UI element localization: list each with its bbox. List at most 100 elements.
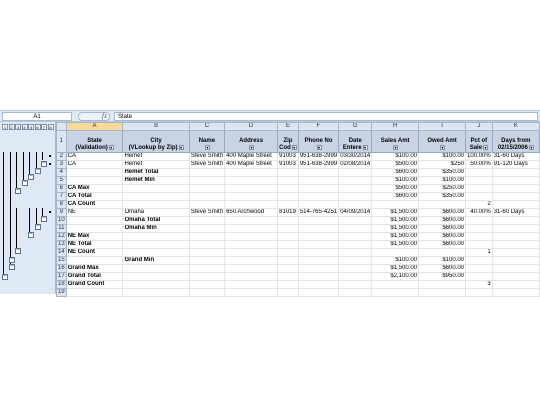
cell-c[interactable] bbox=[188, 232, 226, 241]
cell-h[interactable]: $1,500.00 bbox=[371, 224, 420, 233]
collapse-group-icon[interactable]: – bbox=[22, 180, 28, 186]
cell-a[interactable]: CA bbox=[65, 160, 124, 169]
cell-e[interactable] bbox=[277, 184, 299, 193]
outline-level-button[interactable]: 8 bbox=[47, 124, 54, 130]
cell-a[interactable] bbox=[65, 288, 124, 297]
name-box[interactable]: A1 bbox=[2, 112, 72, 121]
cell-b[interactable]: Omaha Total bbox=[122, 216, 190, 225]
outline-level-button[interactable]: 2 bbox=[8, 124, 15, 130]
cell-e[interactable] bbox=[277, 248, 299, 257]
filter-dropdown-icon[interactable]: ▾ bbox=[393, 144, 399, 150]
cell-a[interactable]: NE Count bbox=[65, 248, 124, 257]
cell-g[interactable] bbox=[338, 200, 373, 209]
filter-dropdown-icon[interactable]: ▾ bbox=[440, 144, 446, 150]
row-number[interactable]: 4 bbox=[56, 168, 67, 177]
cell-c[interactable]: Steve Smith bbox=[188, 152, 226, 161]
cell-f[interactable] bbox=[297, 192, 340, 201]
column-header-c[interactable]: C bbox=[188, 122, 226, 131]
cell-a[interactable] bbox=[65, 168, 124, 177]
cell-c[interactable] bbox=[188, 224, 226, 233]
row-number[interactable]: 17 bbox=[56, 272, 67, 281]
cell-f[interactable] bbox=[297, 272, 340, 281]
cell-i[interactable]: $600.00 bbox=[418, 216, 467, 225]
cell-g[interactable] bbox=[338, 256, 373, 265]
cell-c[interactable] bbox=[188, 288, 226, 297]
cell-j[interactable] bbox=[465, 192, 493, 201]
cell-i[interactable]: $100.00 bbox=[418, 152, 467, 161]
cell-g[interactable] bbox=[338, 280, 373, 289]
cell-k[interactable] bbox=[491, 168, 540, 177]
filter-dropdown-icon[interactable]: ▾ bbox=[178, 144, 184, 150]
column-header-i[interactable]: I bbox=[418, 122, 467, 131]
cell-h[interactable]: $500.00 bbox=[371, 160, 420, 169]
cell-k[interactable] bbox=[491, 224, 540, 233]
column-header-e[interactable]: E bbox=[277, 122, 299, 131]
row-number[interactable]: 11 bbox=[56, 224, 67, 233]
cell-e[interactable] bbox=[277, 272, 299, 281]
row-number[interactable]: 9 bbox=[56, 208, 67, 217]
cell-f[interactable] bbox=[297, 256, 340, 265]
filter-dropdown-icon[interactable]: ▾ bbox=[316, 144, 322, 150]
row-number[interactable]: 7 bbox=[56, 192, 67, 201]
cell-e[interactable] bbox=[277, 280, 299, 289]
cell-h[interactable] bbox=[371, 288, 420, 297]
field-header[interactable]: Zip Cod ▾ bbox=[277, 130, 299, 153]
cell-j[interactable]: 40.00% bbox=[465, 208, 493, 217]
cell-j[interactable] bbox=[465, 168, 493, 177]
cell-g[interactable] bbox=[338, 216, 373, 225]
cell-b[interactable] bbox=[122, 288, 190, 297]
row-number[interactable]: 10 bbox=[56, 216, 67, 225]
cell-h[interactable]: $600.00 bbox=[371, 192, 420, 201]
cell-j[interactable] bbox=[465, 216, 493, 225]
filter-dropdown-icon[interactable]: ▾ bbox=[108, 144, 114, 150]
field-header[interactable]: Days from 02/15/2006 ▾ bbox=[491, 130, 540, 153]
cell-c[interactable] bbox=[188, 264, 226, 273]
cell-d[interactable] bbox=[224, 176, 279, 185]
cell-a[interactable]: CA Max bbox=[65, 184, 124, 193]
outline-level-button[interactable]: 3 bbox=[15, 124, 21, 130]
cell-j[interactable]: 2 bbox=[465, 200, 493, 209]
collapse-group-icon[interactable]: – bbox=[9, 264, 15, 270]
cell-d[interactable] bbox=[224, 216, 279, 225]
cell-d[interactable] bbox=[224, 248, 279, 257]
cell-k[interactable] bbox=[491, 248, 540, 257]
cell-h[interactable]: $1,500.00 bbox=[371, 232, 420, 241]
cell-b[interactable]: Grand Min bbox=[122, 256, 190, 265]
cell-h[interactable]: $1,500.00 bbox=[371, 264, 420, 273]
cell-f[interactable] bbox=[297, 248, 340, 257]
cell-b[interactable] bbox=[122, 200, 190, 209]
cell-c[interactable]: Steve Smith bbox=[188, 208, 226, 217]
cell-f[interactable] bbox=[297, 240, 340, 249]
collapse-group-icon[interactable]: – bbox=[15, 248, 21, 254]
cell-h[interactable]: $600.00 bbox=[371, 168, 420, 177]
cell-d[interactable]: 400 Maple Street bbox=[224, 160, 279, 169]
cell-b[interactable] bbox=[122, 264, 190, 273]
cell-f[interactable] bbox=[297, 224, 340, 233]
cell-a[interactable] bbox=[65, 216, 124, 225]
cell-g[interactable] bbox=[338, 264, 373, 273]
cell-a[interactable] bbox=[65, 176, 124, 185]
cell-k[interactable] bbox=[491, 200, 540, 209]
cell-c[interactable] bbox=[188, 200, 226, 209]
column-header-b[interactable]: B bbox=[122, 122, 190, 131]
cell-k[interactable] bbox=[491, 216, 540, 225]
cell-b[interactable]: Omaha bbox=[122, 208, 190, 217]
filter-dropdown-icon[interactable]: ▾ bbox=[249, 144, 255, 150]
cell-c[interactable] bbox=[188, 176, 226, 185]
cell-f[interactable] bbox=[297, 232, 340, 241]
cell-g[interactable]: 04/09/2014 bbox=[338, 208, 373, 217]
cell-j[interactable] bbox=[465, 288, 493, 297]
formula-input[interactable]: State bbox=[114, 112, 538, 121]
cell-h[interactable]: $500.00 bbox=[371, 184, 420, 193]
column-header-k[interactable]: K bbox=[491, 122, 540, 131]
cell-h[interactable]: $100.00 bbox=[371, 176, 420, 185]
field-header[interactable]: State (Validation) ▾ bbox=[65, 130, 124, 153]
cell-k[interactable] bbox=[491, 256, 540, 265]
cell-f[interactable] bbox=[297, 176, 340, 185]
row-number[interactable]: 15 bbox=[56, 256, 67, 265]
cell-a[interactable]: Grand Max bbox=[65, 264, 124, 273]
cell-b[interactable] bbox=[122, 248, 190, 257]
cell-a[interactable]: NE Max bbox=[65, 232, 124, 241]
cell-e[interactable] bbox=[277, 224, 299, 233]
cell-d[interactable] bbox=[224, 192, 279, 201]
